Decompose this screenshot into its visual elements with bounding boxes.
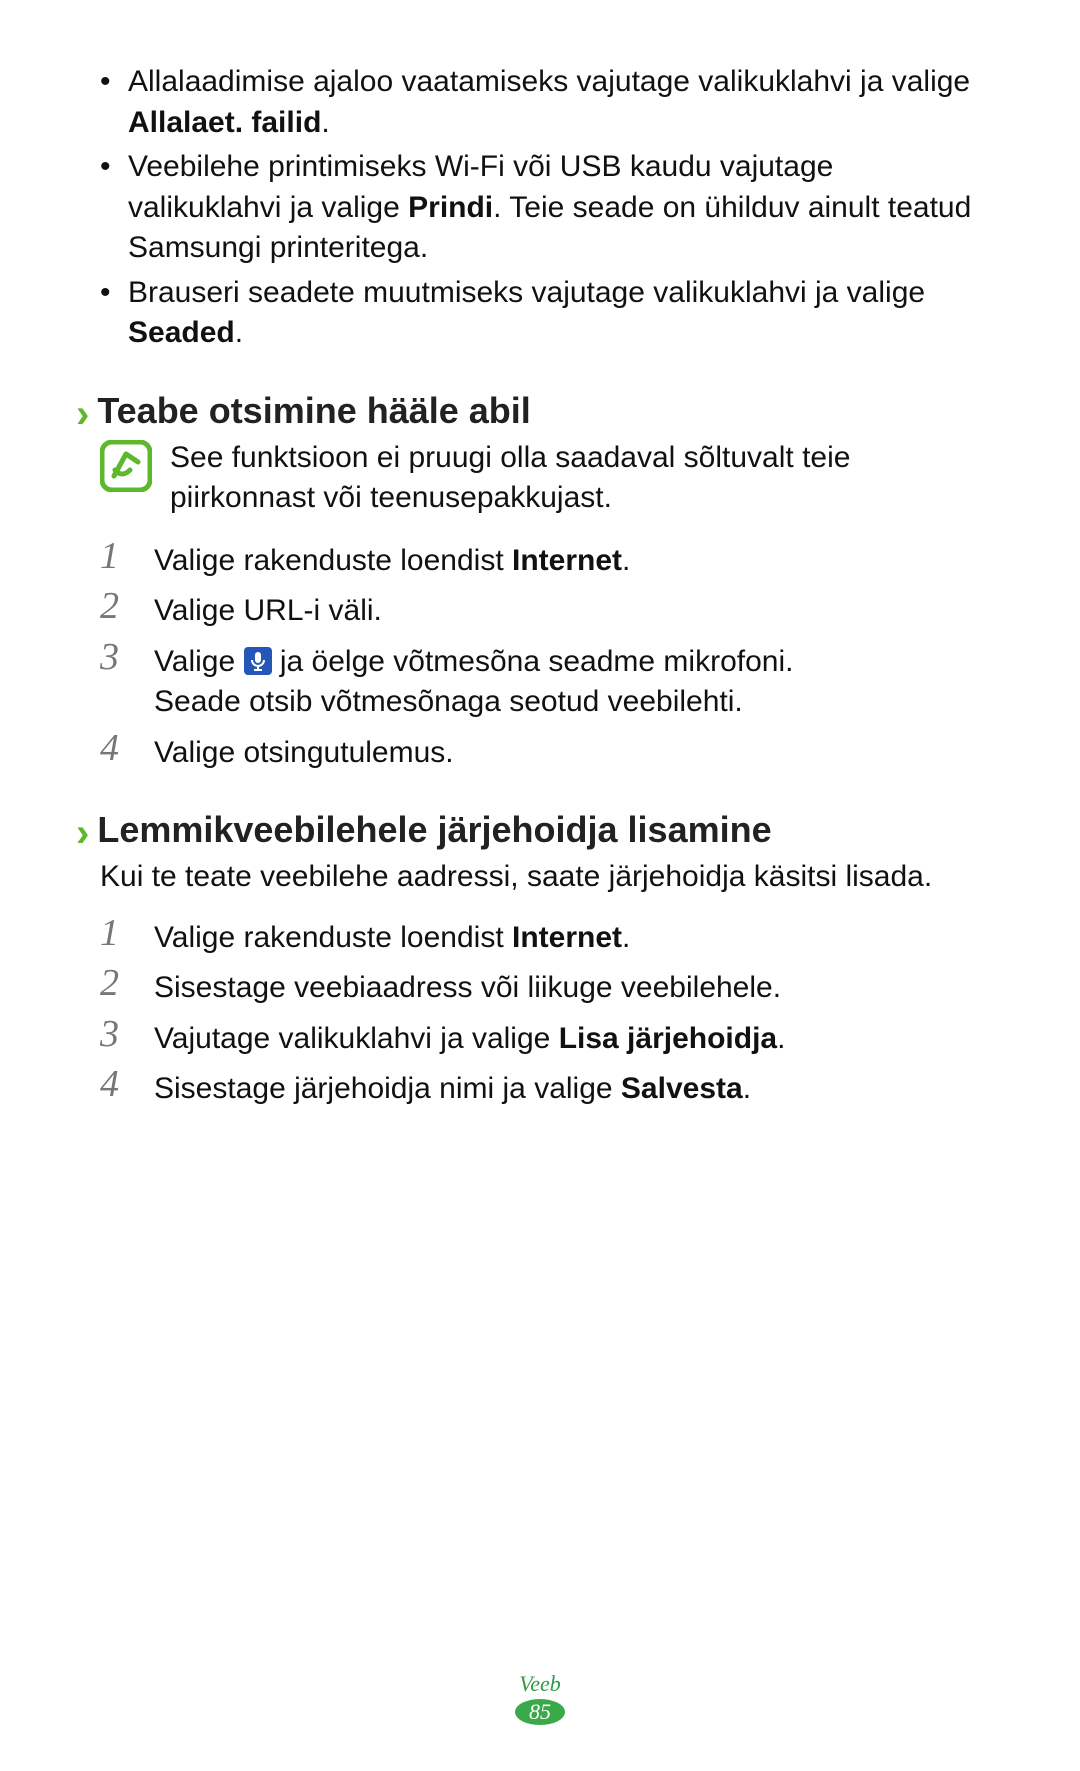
manual-page: Allalaadimise ajaloo vaatamiseks vajutag… [0,0,1080,1771]
step-text-after: . [622,921,630,954]
step-text-after: . [622,544,630,577]
section-title: Teabe otsimine hääle abil [97,390,530,432]
chevron-right-icon: › [76,813,89,853]
step-item: 3 Vajutage valikuklahvi ja valige Lisa j… [100,1017,990,1060]
step-body: Vajutage valikuklahvi ja valige Lisa jär… [154,1017,785,1060]
step-number: 2 [100,587,134,625]
step-number: 3 [100,638,134,676]
step-body: Valige ja öelge võtmesõna seadme mikrofo… [154,640,793,723]
note-icon [100,440,152,497]
step-number: 4 [100,1065,134,1103]
step-number: 4 [100,729,134,767]
step-list-voice: 1 Valige rakenduste loendist Internet. 2… [100,539,990,774]
step-text-before-mic: Valige [154,645,244,678]
step-item: 2 Sisestage veebiaadress või liikuge vee… [100,966,990,1009]
step-item: 4 Valige otsingutulemus. [100,731,990,774]
step-body: Valige rakenduste loendist Internet. [154,539,630,582]
step-body: Sisestage järjehoidja nimi ja valige Sal… [154,1067,751,1110]
bullet-text-before: Brauseri seadete muutmiseks vajutage val… [128,276,925,309]
step-text-line2: Seade otsib võtmesõnaga seotud veebileht… [154,685,743,718]
info-note: See funktsioon ei pruugi olla saadaval s… [100,438,990,519]
step-text-before: Valige rakenduste loendist [154,921,512,954]
step-text-before: Sisestage järjehoidja nimi ja valige [154,1072,621,1105]
chevron-right-icon: › [76,394,89,434]
step-body: Valige rakenduste loendist Internet. [154,916,630,959]
note-text: See funktsioon ei pruugi olla saadaval s… [170,438,990,519]
step-text-bold: Lisa järjehoidja [559,1022,777,1055]
bullet-text-bold: Prindi [408,191,493,224]
page-number: 85 [519,1699,561,1724]
step-number: 2 [100,964,134,1002]
page-number-badge: 85 [519,1699,561,1725]
step-text-before: Vajutage valikuklahvi ja valige [154,1022,559,1055]
step-text-after-mic: ja öelge võtmesõna seadme mikrofoni. [272,645,794,678]
step-body: Valige otsingutulemus. [154,731,454,774]
section-header-voice-search: › Teabe otsimine hääle abil [76,390,990,432]
bullet-text-before: Allalaadimise ajaloo vaatamiseks vajutag… [128,65,970,98]
step-item: 3 Valige ja öelge võtmesõna seadme mikro… [100,640,990,723]
bullet-item: Allalaadimise ajaloo vaatamiseks vajutag… [100,62,990,143]
step-text-before: Valige rakenduste loendist [154,544,512,577]
step-text-bold: Internet [512,921,622,954]
step-text-after: . [743,1072,751,1105]
page-footer: Veeb 85 [0,1671,1080,1725]
step-text-before: Valige otsingutulemus. [154,736,454,769]
step-item: 2 Valige URL-i väli. [100,589,990,632]
step-number: 1 [100,537,134,575]
section-title: Lemmikveebilehele järjehoidja lisamine [97,809,771,851]
step-body: Sisestage veebiaadress või liikuge veebi… [154,966,781,1009]
bullet-text-bold: Seaded [128,316,235,349]
section-header-bookmark: › Lemmikveebilehele järjehoidja lisamine [76,809,990,851]
step-item: 4 Sisestage järjehoidja nimi ja valige S… [100,1067,990,1110]
step-text-bold: Internet [512,544,622,577]
bullet-item: Brauseri seadete muutmiseks vajutage val… [100,273,990,354]
step-text-before: Sisestage veebiaadress või liikuge veebi… [154,971,781,1004]
microphone-icon [244,647,272,675]
step-number: 3 [100,1015,134,1053]
step-list-bookmark: 1 Valige rakenduste loendist Internet. 2… [100,916,990,1110]
step-body: Valige URL-i väli. [154,589,382,632]
bullet-text-after: . [321,106,329,139]
step-item: 1 Valige rakenduste loendist Internet. [100,916,990,959]
step-text-before: Valige URL-i väli. [154,594,382,627]
bullet-list: Allalaadimise ajaloo vaatamiseks vajutag… [100,62,990,354]
footer-section-label: Veeb [0,1671,1080,1697]
bullet-text-bold: Allalaet. failid [128,106,321,139]
step-text-after: . [777,1022,785,1055]
step-number: 1 [100,914,134,952]
bullet-item: Veebilehe printimiseks Wi-Fi või USB kau… [100,147,990,269]
step-text-bold: Salvesta [621,1072,743,1105]
step-item: 1 Valige rakenduste loendist Internet. [100,539,990,582]
section-intro: Kui te teate veebilehe aadressi, saate j… [100,857,990,898]
bullet-text-after: . [235,316,243,349]
